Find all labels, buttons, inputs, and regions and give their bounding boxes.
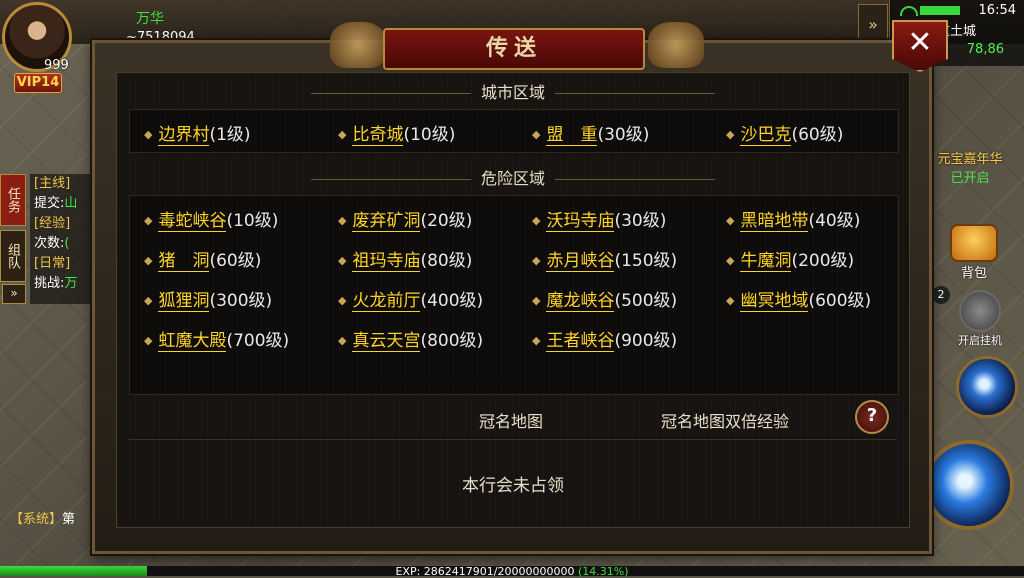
teleport-location[interactable]: ◆ 火龙前厅(400级) xyxy=(338,286,483,312)
bag-icon xyxy=(950,224,998,262)
dragon-ornament-left-icon xyxy=(330,22,386,68)
teleport-location[interactable]: ◆ 黑暗地带(40级) xyxy=(726,206,860,232)
diamond-icon: ◆ xyxy=(144,334,153,347)
dragon-ornament-right-icon xyxy=(648,22,704,68)
player-name: 万华 xyxy=(136,11,164,27)
quest-tabs: 任务 组队 xyxy=(0,174,28,286)
quest-item[interactable]: [主线] xyxy=(30,174,96,194)
chevron-right-icon: » xyxy=(10,286,18,300)
teleport-location[interactable]: ◆ 魔龙峡谷(500级) xyxy=(532,286,677,312)
crown-double-exp-label: 冠名地图双倍经验 xyxy=(661,412,790,431)
teleport-location[interactable]: ◆ 狐狸洞(300级) xyxy=(144,286,272,312)
quest-item[interactable]: [日常] xyxy=(30,254,96,274)
diamond-icon: ◆ xyxy=(338,294,347,307)
quest-item-desc: 挑战:万 xyxy=(34,276,78,291)
diamond-icon: ◆ xyxy=(532,334,541,347)
exp-text: EXP: 2862417901/20000000000 (14.31%) xyxy=(395,565,629,578)
city-section-title: 城市区域 xyxy=(117,79,909,103)
event-status: 已开启 xyxy=(950,171,990,186)
quest-item[interactable]: [经验] xyxy=(30,214,96,234)
quest-tracker[interactable]: [主线] 提交:山 [经验] 次数:( [日常] 挑战:万 xyxy=(30,174,96,304)
bag-label: 背包 xyxy=(960,266,987,281)
teleport-location[interactable]: ◆ 赤月峡谷(150级) xyxy=(532,246,677,272)
city-locations: ◆ 边界村(1级) ◆ 比奇城(10级) ◆ 盟 重(30级) ◆ 沙巴克(60级) xyxy=(129,109,899,153)
bag-button[interactable]: 背包 xyxy=(948,224,1000,281)
diamond-icon: ◆ xyxy=(144,214,153,227)
event-button[interactable]: 元宝嘉年华 已开启 xyxy=(930,148,1010,186)
help-button[interactable]: ? xyxy=(855,400,889,434)
guild-status: 本行会未占领 xyxy=(462,476,564,496)
quest-item-desc: 提交:山 xyxy=(34,196,78,211)
teleport-content: 城市区域 ◆ 边界村(1级) ◆ 比奇城(10级) ◆ 盟 重(30级) ◆ 沙巴克(6… xyxy=(116,72,910,528)
diamond-icon: ◆ xyxy=(338,128,347,141)
clock: 16:54 xyxy=(978,3,1016,18)
diamond-icon: ◆ xyxy=(726,254,735,267)
skill-button-small[interactable] xyxy=(956,356,1018,418)
teleport-location[interactable]: ◆ 牛魔洞(200级) xyxy=(726,246,854,272)
auto-battle-button[interactable]: 开启挂机 xyxy=(948,290,1012,348)
diamond-icon: ◆ xyxy=(532,294,541,307)
diamond-icon: ◆ xyxy=(726,294,735,307)
auto-battle-label: 开启挂机 xyxy=(958,334,1002,347)
teleport-location[interactable]: ◆ 沃玛寺庙(30级) xyxy=(532,206,666,232)
vip-badge[interactable]: VIP14 xyxy=(14,73,62,93)
double-chevron-right-icon: » xyxy=(868,15,878,34)
battery-icon xyxy=(920,6,960,15)
diamond-icon: ◆ xyxy=(726,128,735,141)
danger-section-title: 危险区域 xyxy=(117,165,909,189)
diamond-icon: ◆ xyxy=(532,214,541,227)
teleport-location[interactable]: ◆ 盟 重(30级) xyxy=(532,120,649,146)
question-icon: ? xyxy=(866,405,878,426)
quest-item-desc: 次数:( xyxy=(34,236,70,251)
diamond-icon: ◆ xyxy=(338,334,347,347)
tab-team[interactable]: 组队 xyxy=(0,230,26,282)
teleport-location[interactable]: ◆ 废弃矿洞(20级) xyxy=(338,206,472,232)
system-chat-line[interactable]: 【系统】第 xyxy=(10,508,75,527)
tab-quests[interactable]: 任务 xyxy=(0,174,26,226)
event-title: 元宝嘉年华 xyxy=(937,152,1003,167)
diamond-icon: ◆ xyxy=(532,128,541,141)
diamond-icon: ◆ xyxy=(726,214,735,227)
collapse-quest-button[interactable]: » xyxy=(2,284,26,304)
map-coords: 78,86 xyxy=(966,42,1004,57)
danger-locations: ◆ 毒蛇峡谷(10级) ◆ 废弃矿洞(20级) ◆ 沃玛寺庙(30级) ◆ 黑暗地带(4… xyxy=(129,195,899,395)
crossed-swords-icon xyxy=(959,290,1001,332)
diamond-icon: ◆ xyxy=(532,254,541,267)
skill-button-main[interactable] xyxy=(924,440,1014,530)
wifi-icon xyxy=(900,6,918,16)
diamond-icon: ◆ xyxy=(338,254,347,267)
close-icon: ✕ xyxy=(907,25,933,60)
teleport-location[interactable]: ◆ 祖玛寺庙(80级) xyxy=(338,246,472,272)
teleport-location[interactable]: ◆ 真云天宫(800级) xyxy=(338,326,483,352)
teleport-location[interactable]: ◆ 沙巴克(60级) xyxy=(726,120,843,146)
teleport-location[interactable]: ◆ 比奇城(10级) xyxy=(338,120,455,146)
diamond-icon: ◆ xyxy=(338,214,347,227)
crown-map-label: 冠名地图 xyxy=(479,412,544,431)
teleport-location[interactable]: ◆ 边界村(1级) xyxy=(144,120,251,146)
diamond-icon: ◆ xyxy=(144,254,153,267)
player-level: 999 xyxy=(44,58,69,73)
teleport-location[interactable]: ◆ 王者峡谷(900级) xyxy=(532,326,677,352)
teleport-location[interactable]: ◆ 猪 洞(60级) xyxy=(144,246,261,272)
diamond-icon: ◆ xyxy=(144,294,153,307)
teleport-location[interactable]: ◆ 毒蛇峡谷(10级) xyxy=(144,206,278,232)
teleport-location[interactable]: ◆ 幽冥地域(600级) xyxy=(726,286,871,312)
dialog-title: 传送 xyxy=(383,28,645,70)
teleport-location[interactable]: ◆ 虹魔大殿(700级) xyxy=(144,326,289,352)
divider xyxy=(129,439,897,440)
diamond-icon: ◆ xyxy=(144,128,153,141)
